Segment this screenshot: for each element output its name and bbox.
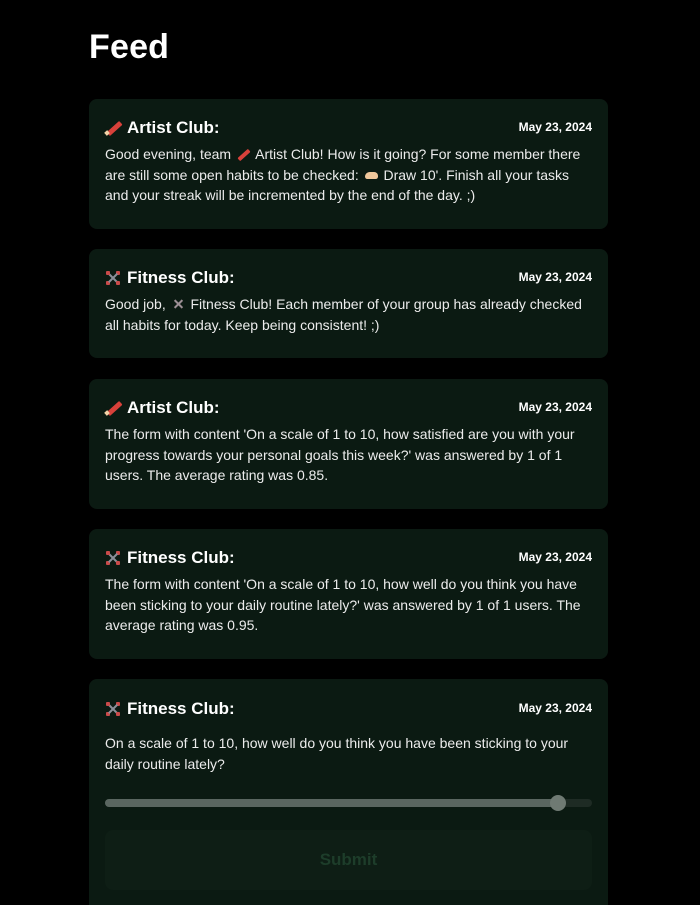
feed-form-card: Fitness Club: May 23, 2024 On a scale of…: [89, 679, 608, 905]
pencil-icon: [105, 120, 121, 136]
club-name: Fitness Club:: [105, 699, 235, 719]
slider-thumb[interactable]: [549, 795, 566, 811]
club-label: Artist Club:: [127, 398, 220, 417]
page-title: Feed: [89, 28, 170, 66]
feed-item-header: Artist Club: May 23, 2024: [105, 118, 592, 138]
flexed-arm-icon: [364, 169, 378, 181]
submit-button[interactable]: Submit: [105, 830, 592, 890]
pencil-icon: [237, 148, 250, 160]
feed-item-date: May 23, 2024: [518, 550, 592, 564]
feed-item: Artist Club: May 23, 2024 Good evening, …: [89, 99, 608, 229]
feed-item-message: The form with content 'On a scale of 1 t…: [105, 576, 581, 633]
feed-item: Fitness Club: May 23, 2024 The form with…: [89, 529, 608, 659]
form-question: On a scale of 1 to 10, how well do you t…: [105, 735, 569, 772]
feed-item-date: May 23, 2024: [518, 400, 592, 414]
feed-item-header: Fitness Club: May 23, 2024: [105, 548, 592, 568]
slider-fill: [105, 799, 558, 807]
club-label: Artist Club:: [127, 118, 220, 137]
feed-item-date: May 23, 2024: [518, 701, 592, 715]
message-text: Good evening, team: [105, 146, 235, 162]
feed-item: Artist Club: May 23, 2024 The form with …: [89, 379, 608, 509]
feed-item-message: Good evening, team Artist Club! How is i…: [105, 144, 594, 206]
feed-item: Fitness Club: May 23, 2024 Good job, Fit…: [89, 249, 608, 358]
feed-page: Feed Artist Club: May 23, 2024 Good even…: [0, 0, 700, 905]
message-text: Good job,: [105, 296, 170, 312]
club-label: Fitness Club:: [127, 699, 235, 718]
club-name: Fitness Club:: [105, 548, 235, 568]
feed-item-date: May 23, 2024: [518, 270, 592, 284]
club-name: Fitness Club:: [105, 268, 235, 288]
club-label: Fitness Club:: [127, 268, 235, 287]
feed-item-message: The form with content 'On a scale of 1 t…: [105, 426, 575, 483]
club-label: Fitness Club:: [127, 548, 235, 567]
dumbbell-icon: [105, 701, 121, 717]
dumbbell-icon: [105, 270, 121, 286]
feed-item-header: Artist Club: May 23, 2024: [105, 398, 592, 418]
feed-item-message: Good job, Fitness Club! Each member of y…: [105, 294, 594, 335]
feed-item-header: Fitness Club: May 23, 2024: [105, 268, 592, 288]
dumbbell-icon: [172, 298, 185, 310]
dumbbell-icon: [105, 550, 121, 566]
feed-item-header: Fitness Club: May 23, 2024: [105, 699, 592, 719]
club-name: Artist Club:: [105, 398, 220, 418]
club-name: Artist Club:: [105, 118, 220, 138]
feed-item-date: May 23, 2024: [518, 120, 592, 134]
pencil-icon: [105, 400, 121, 416]
rating-slider[interactable]: [105, 795, 592, 811]
